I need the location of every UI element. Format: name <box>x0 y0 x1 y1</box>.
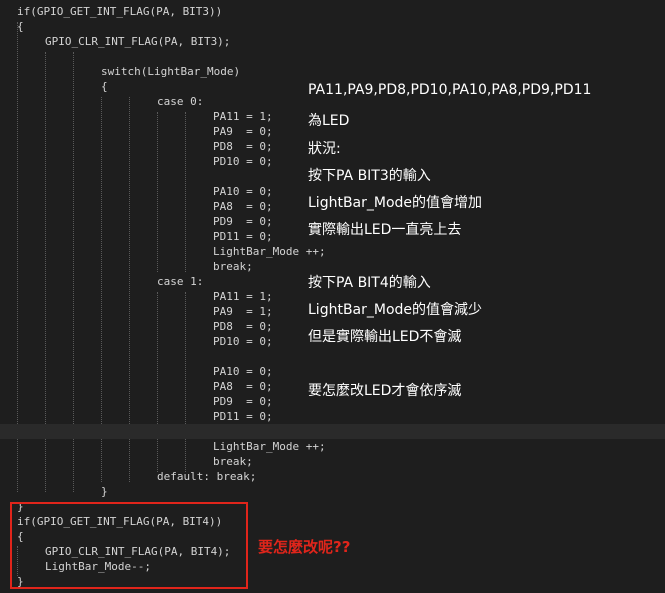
code-text: GPIO_CLR_INT_FLAG(PA, BIT3); <box>45 35 231 48</box>
code-text: LightBar_Mode ++; <box>213 440 326 453</box>
code-text: PD11 = 0; <box>213 230 273 243</box>
annotation-mode-increase: LightBar_Mode的值會增加 <box>308 195 483 211</box>
annotation-bit3-press: 按下PA BIT3的輸入 <box>308 168 431 184</box>
code-line: switch(LightBar_Mode) <box>0 64 665 79</box>
code-text: PA10 = 0; <box>213 365 273 378</box>
code-text: { <box>101 80 108 93</box>
code-text: PD10 = 0; <box>213 155 273 168</box>
highlight-box <box>10 502 248 589</box>
annotation-bit4-press: 按下PA BIT4的輸入 <box>308 275 431 291</box>
code-line: PA10 = 0; <box>0 364 665 379</box>
code-line: LightBar_Mode ++; <box>0 244 665 259</box>
code-text: PA10 = 0; <box>213 185 273 198</box>
code-text: PD9 = 0; <box>213 215 273 228</box>
code-line: GPIO_CLR_INT_FLAG(PA, BIT3); <box>0 34 665 49</box>
annotation-leds-light-up: 實際輸出LED一直亮上去 <box>308 222 462 238</box>
annotation-leds-not-off: 但是實際輸出LED不會滅 <box>308 329 462 345</box>
code-text: if(GPIO_GET_INT_FLAG(PA, BIT3)) <box>17 5 223 18</box>
annotation-status-label: 狀況: <box>308 141 341 157</box>
code-text: PA8 = 0; <box>213 200 273 213</box>
code-text: switch(LightBar_Mode) <box>101 65 241 78</box>
code-line: default: break; <box>0 469 665 484</box>
annotation-led-list: PA11,PA9,PD8,PD10,PA10,PA8,PD9,PD11 <box>308 82 592 98</box>
question-text: 要怎麼改呢?? <box>258 538 351 556</box>
code-text: default: break; <box>157 470 257 483</box>
code-text: PD8 = 0; <box>213 320 273 333</box>
code-text: PD8 = 0; <box>213 140 273 153</box>
code-text: PA9 = 0; <box>213 125 273 138</box>
code-text: PA11 = 1; <box>213 290 273 303</box>
code-text: break; <box>213 260 253 273</box>
code-line: if(GPIO_GET_INT_FLAG(PA, BIT3)) <box>0 4 665 19</box>
code-text: { <box>17 20 24 33</box>
annotation-is-led: 為LED <box>308 113 350 129</box>
code-text: PA8 = 0; <box>213 380 273 393</box>
code-text: PD11 = 0; <box>213 410 273 423</box>
code-text: PD10 = 0; <box>213 335 273 348</box>
annotation-how-to-fix: 要怎麼改LED才會依序滅 <box>308 383 462 399</box>
code-line: { <box>0 19 665 34</box>
code-text: PA11 = 1; <box>213 110 273 123</box>
code-text: } <box>101 485 108 498</box>
code-line: LightBar_Mode ++; <box>0 439 665 454</box>
code-text: LightBar_Mode ++; <box>213 245 326 258</box>
code-line: break; <box>0 454 665 469</box>
code-line: } <box>0 484 665 499</box>
code-text: case 0: <box>157 95 204 108</box>
code-text: case 1: <box>157 275 204 288</box>
code-line: PD11 = 0; <box>0 409 665 424</box>
code-text: PA9 = 1; <box>213 305 273 318</box>
current-line <box>0 424 665 439</box>
code-text: break; <box>213 455 253 468</box>
annotation-mode-decrease: LightBar_Mode的值會減少 <box>308 302 483 318</box>
code-text: PD9 = 0; <box>213 395 273 408</box>
